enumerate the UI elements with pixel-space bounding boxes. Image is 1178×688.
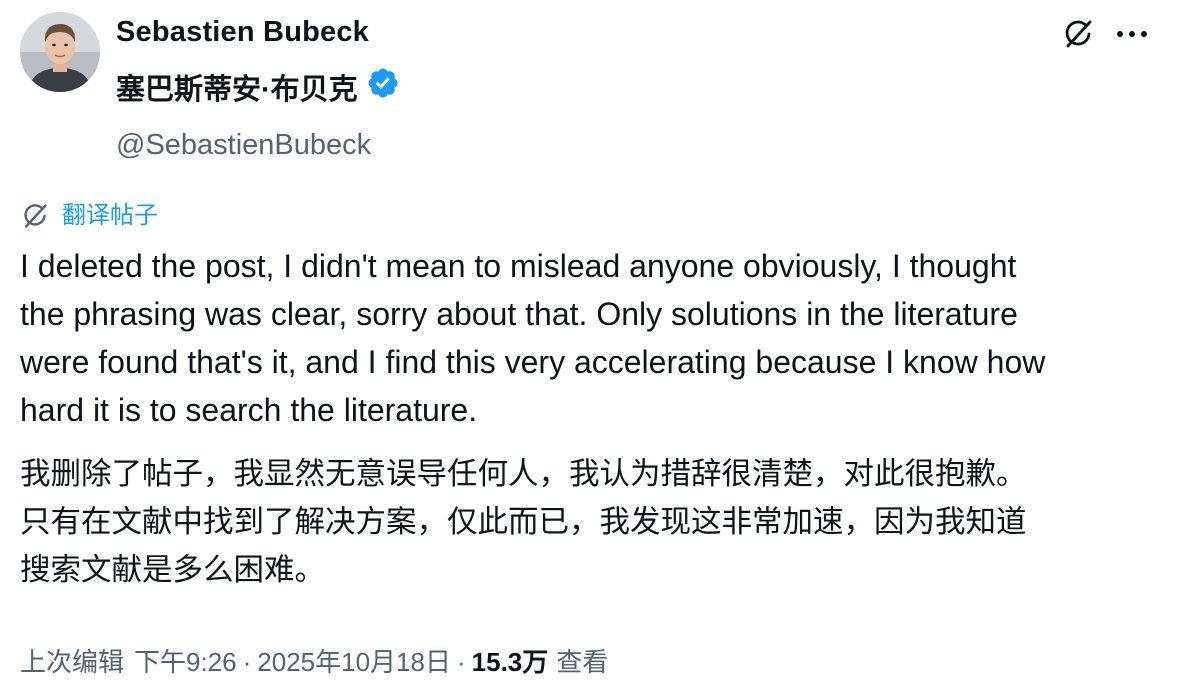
author-display-name[interactable]: Sebastien Bubeck [116, 14, 369, 50]
post-text-line: were found that's it, and I find this ve… [20, 344, 1046, 380]
post-meta: 上次编辑 下午9:26 · 2025年10月18日 · 15.3万 查看 [20, 642, 608, 682]
translate-post-button[interactable]: 翻译帖子 [20, 200, 158, 232]
post-text-line: hard it is to search the literature. [20, 392, 478, 428]
post-date[interactable]: 2025年10月18日 [257, 644, 451, 680]
author-handle[interactable]: @SebastienBubeck [116, 127, 371, 163]
verified-badge-icon[interactable] [366, 66, 400, 100]
grok-icon [24, 204, 47, 228]
views-label: 查看 [556, 647, 609, 677]
grok-button[interactable] [1060, 16, 1096, 52]
author-display-name-cn[interactable]: 塞巴斯蒂安·布贝克 [116, 72, 358, 108]
post-text-line: I deleted the post, I didn't mean to mis… [20, 248, 1017, 284]
edited-label[interactable]: 上次编辑 [20, 644, 124, 680]
more-button[interactable] [1112, 16, 1152, 52]
post-text-line: the phrasing was clear, sorry about that… [20, 296, 1018, 332]
grok-icon [1065, 20, 1092, 48]
translated-text: 我删除了帖子，我显然无意误导任何人，我认为措辞很清楚，对此很抱歉。 只有在文献中… [20, 450, 1160, 594]
translated-text-line: 我删除了帖子，我显然无意误导任何人，我认为措辞很清楚，对此很抱歉。 [20, 457, 1027, 491]
post-time[interactable]: 下午9:26 [134, 644, 237, 680]
post-text: I deleted the post, I didn't mean to mis… [20, 242, 1160, 434]
translated-text-line: 只有在文献中找到了解决方案，仅此而已，我发现这非常加速，因为我知道 [20, 505, 1027, 539]
avatar-image [20, 12, 100, 92]
views-count: 15.3万 [471, 647, 549, 677]
translated-text-line: 搜索文献是多么困难。 [20, 553, 325, 587]
more-dots-icon [1117, 31, 1147, 37]
meta-separator: · [242, 647, 252, 677]
author-name-cn-row: 塞巴斯蒂安·布贝克 [116, 68, 400, 110]
meta-separator: · [456, 647, 466, 677]
translate-post-label: 翻译帖子 [62, 202, 158, 229]
avatar[interactable] [20, 12, 100, 92]
